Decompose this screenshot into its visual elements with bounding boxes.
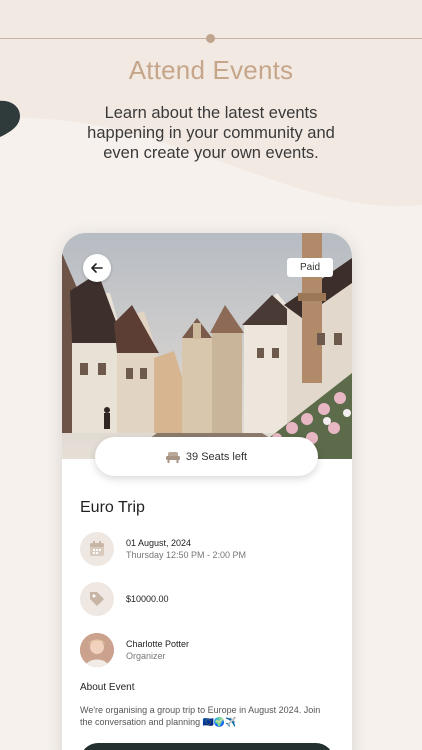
seats-left-pill: 39 Seats left [95, 437, 318, 476]
event-detail-card: Paid 39 Seats left Euro Trip 01 August, … [62, 233, 352, 750]
event-title: Euro Trip [80, 499, 145, 516]
organizer-avatar [80, 633, 114, 667]
page-title: Attend Events [128, 55, 294, 85]
event-date: 01 August, 2024 [126, 538, 192, 548]
seats-left-text: 39 Seats left [185, 450, 248, 463]
primary-action-button[interactable] [80, 743, 334, 750]
seat-icon [165, 451, 180, 463]
about-event-heading: About Event [80, 682, 135, 693]
arrow-left-icon [91, 263, 103, 273]
event-time: Thursday 12:50 PM - 2:00 PM [126, 550, 247, 560]
paid-badge: Paid [287, 258, 333, 277]
event-date-row: 01 August, 2024 Thursday 12:50 PM - 2:00… [80, 532, 246, 566]
about-event-text: We're organising a group trip to Europe … [80, 705, 321, 727]
event-price: $10000.00 [126, 594, 169, 604]
organizer-row[interactable]: Charlotte Potter Organizer [80, 633, 189, 667]
back-button[interactable] [83, 254, 111, 282]
calendar-icon [90, 541, 104, 556]
organizer-role: Organizer [126, 651, 166, 661]
top-divider-dot [206, 34, 215, 43]
organizer-name: Charlotte Potter [126, 639, 190, 649]
tag-icon [90, 592, 104, 606]
decorative-shape [0, 100, 20, 138]
page-subtitle: Learn about the latest events happening … [87, 104, 335, 162]
event-price-row: $10000.00 [80, 582, 169, 616]
